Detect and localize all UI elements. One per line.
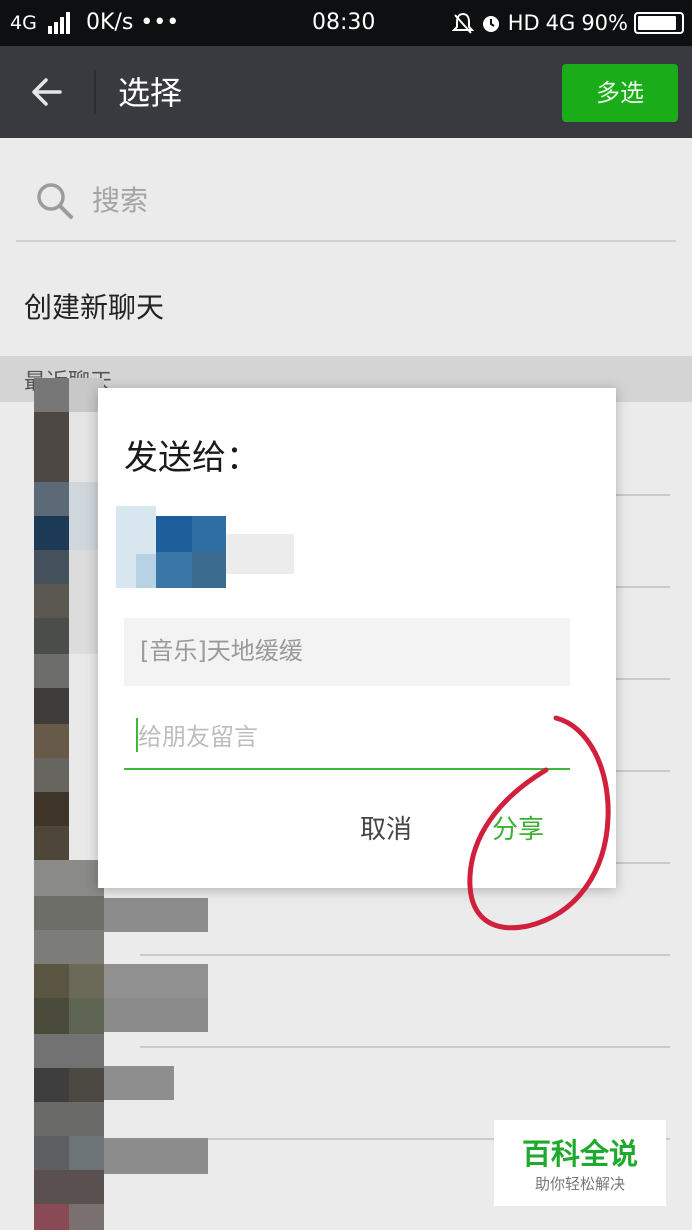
annotation-circle xyxy=(467,715,611,931)
search-bar[interactable]: 搜索 xyxy=(16,160,676,242)
blurred-names xyxy=(104,898,208,1210)
status-right-group: HD 4G 90% xyxy=(451,8,684,38)
search-placeholder: 搜索 xyxy=(92,184,149,217)
watermark-title: 百科全说 xyxy=(521,1137,638,1171)
create-new-chat[interactable]: 创建新聊天 xyxy=(24,288,164,328)
title-bar: 选择 多选 xyxy=(0,46,692,138)
watermark: 百科全说 助你轻松解决 xyxy=(494,1120,666,1206)
page-title: 选择 xyxy=(118,74,183,112)
cancel-button[interactable]: 取消 xyxy=(360,812,412,848)
watermark-subtitle: 助你轻松解决 xyxy=(534,1175,625,1193)
network-type-right: 4G xyxy=(545,11,576,35)
multi-select-button[interactable]: 多选 xyxy=(562,64,678,122)
dialog-title: 发送给： xyxy=(124,438,260,478)
network-speed: 0K/s ••• xyxy=(86,10,180,35)
shared-content-preview: [音乐]天地缓缓 xyxy=(124,618,570,686)
network-type: 4G xyxy=(10,12,37,34)
battery-percent: 90% xyxy=(581,11,628,35)
recipient-avatar xyxy=(116,506,294,588)
preview-text: [音乐]天地缓缓 xyxy=(140,637,303,665)
alarm-icon xyxy=(482,16,499,32)
clock: 08:30 xyxy=(312,10,376,35)
title-divider xyxy=(94,70,96,114)
text-cursor xyxy=(136,718,138,752)
list-divider xyxy=(140,954,670,956)
status-bar: 4G 0K/s ••• 08:30 HD 4G 90% xyxy=(0,0,692,46)
search-icon xyxy=(37,183,73,219)
battery-icon xyxy=(634,12,684,34)
signal-icon xyxy=(48,12,70,34)
list-divider xyxy=(140,1046,670,1048)
mute-icon xyxy=(451,12,474,34)
blurred-avatars xyxy=(34,378,104,1230)
hd-indicator: HD xyxy=(507,11,540,35)
back-arrow-icon[interactable] xyxy=(22,70,70,114)
